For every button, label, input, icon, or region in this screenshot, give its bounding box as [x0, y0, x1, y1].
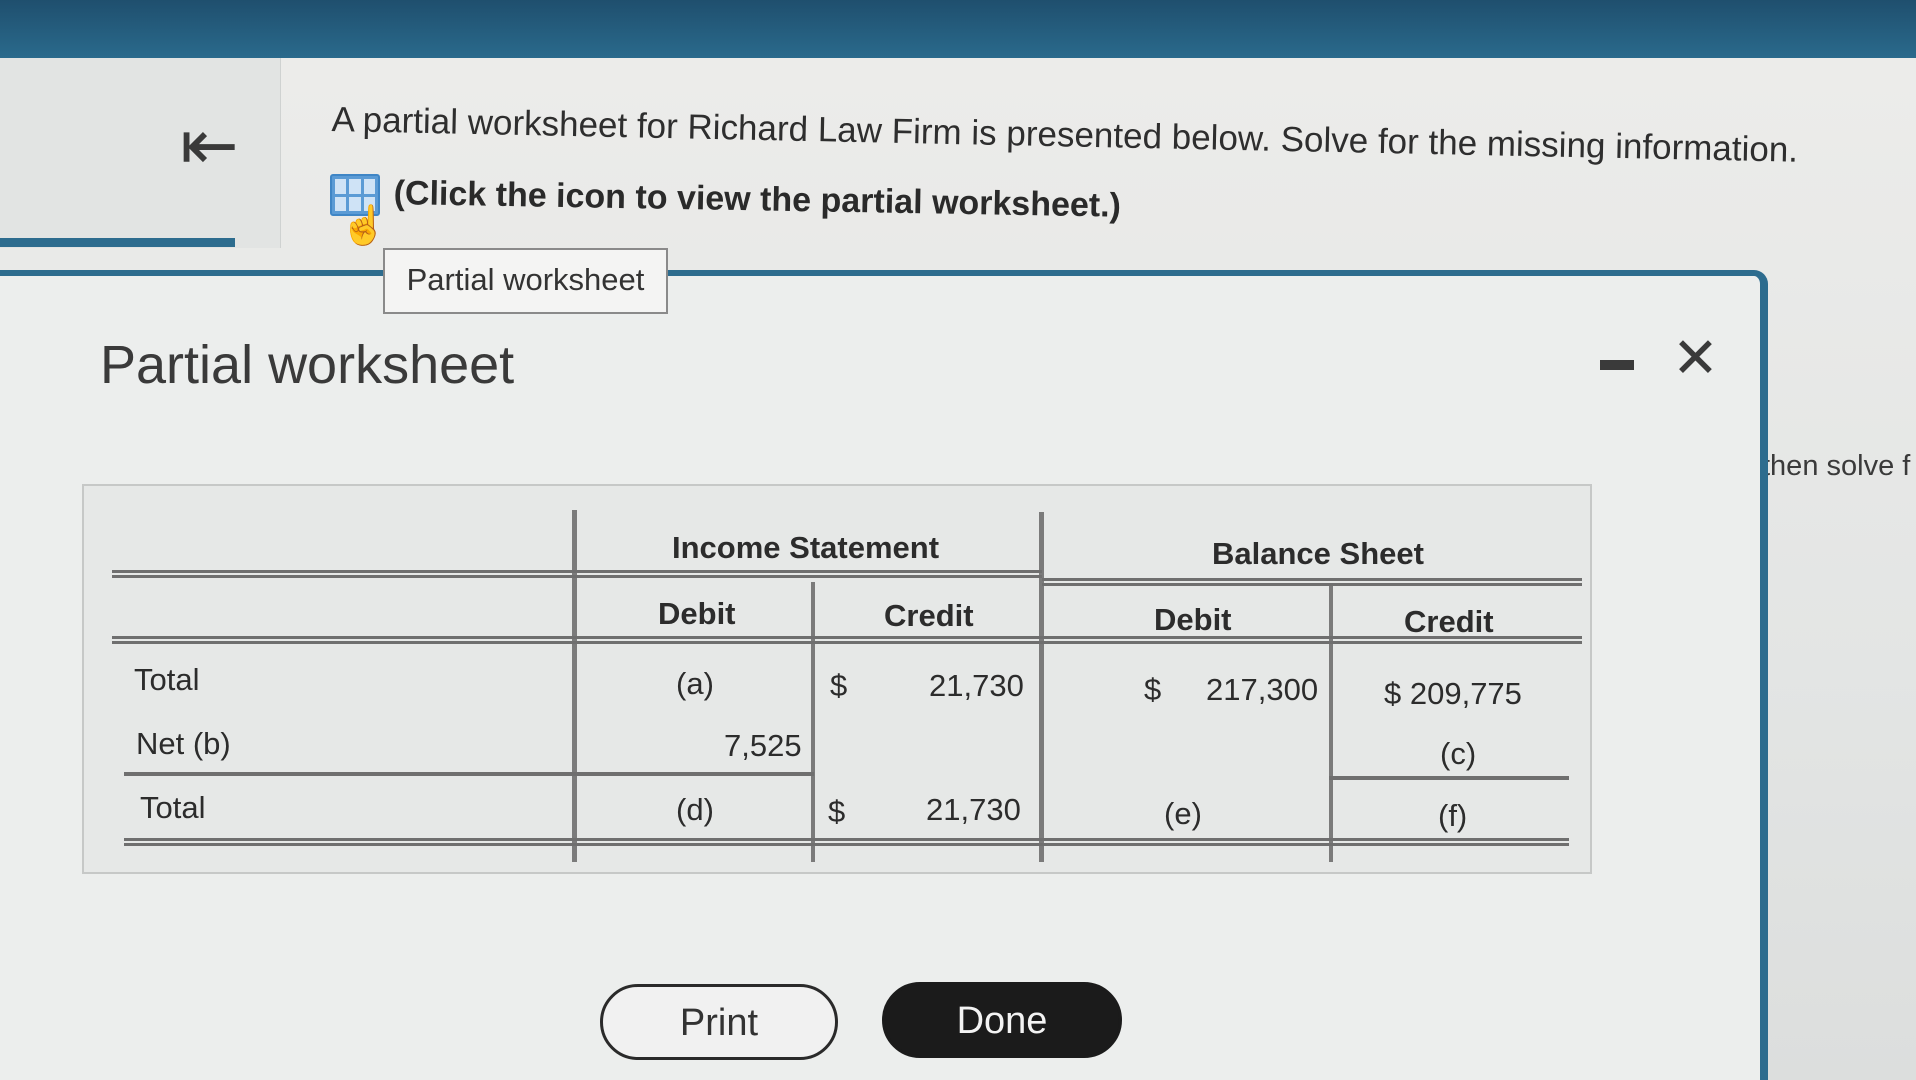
dialog-title: Partial worksheet [100, 335, 515, 395]
is-debit-cell: 7,525 [724, 728, 802, 763]
print-button[interactable]: Print [600, 984, 838, 1060]
row-rule [124, 772, 814, 776]
bs-credit-cell: $ 209,775 [1384, 676, 1522, 711]
total-rule [124, 838, 1569, 846]
is-debit-header: Debit [658, 596, 736, 631]
close-icon[interactable]: ✕ [1672, 330, 1719, 386]
tab-partial-worksheet[interactable]: Partial worksheet [383, 248, 668, 314]
is-debit-cell: (d) [676, 792, 714, 827]
partial-worksheet-dialog: Partial worksheet ✕ Income Statement Bal… [0, 270, 1768, 1080]
bs-debit-cell: (e) [1164, 796, 1202, 831]
done-button[interactable]: Done [882, 982, 1122, 1058]
currency-symbol: $ [828, 794, 846, 829]
bs-credit-header: Credit [1404, 604, 1494, 639]
top-bar [0, 0, 1916, 58]
bs-debit-header: Debit [1154, 602, 1232, 637]
is-credit-cell: 21,730 [926, 792, 1021, 827]
header-rule [112, 636, 1582, 644]
bs-credit-cell: (f) [1438, 798, 1468, 833]
income-statement-header: Income Statement [672, 530, 940, 565]
is-credit-cell: 21,730 [929, 668, 1024, 703]
is-credit-header: Credit [884, 598, 974, 633]
worksheet-table: Income Statement Balance Sheet Debit Cre… [82, 484, 1592, 874]
column-divider [572, 510, 577, 862]
minimize-icon[interactable] [1600, 360, 1634, 370]
hand-cursor-icon: ☝ [340, 205, 388, 247]
column-divider [811, 582, 815, 862]
currency-symbol: $ [830, 668, 848, 703]
back-to-start-icon[interactable]: ⇤ [180, 110, 260, 180]
bs-credit-cell: (c) [1440, 736, 1477, 771]
column-divider [1329, 586, 1333, 862]
column-divider [1039, 512, 1044, 862]
header-rule [112, 570, 1042, 578]
header-rule [1042, 578, 1582, 586]
row-label: Total [140, 790, 206, 825]
balance-sheet-header: Balance Sheet [1212, 536, 1424, 571]
row-rule [1329, 776, 1569, 780]
row-label: Total [134, 662, 200, 697]
row-label: Net (b) [136, 726, 231, 761]
currency-symbol: $ [1144, 672, 1162, 707]
is-debit-cell: (a) [676, 666, 714, 701]
background-question-text: then solve f [1762, 450, 1911, 482]
panel-accent-line [0, 238, 235, 247]
bs-debit-cell: 217,300 [1206, 672, 1319, 707]
